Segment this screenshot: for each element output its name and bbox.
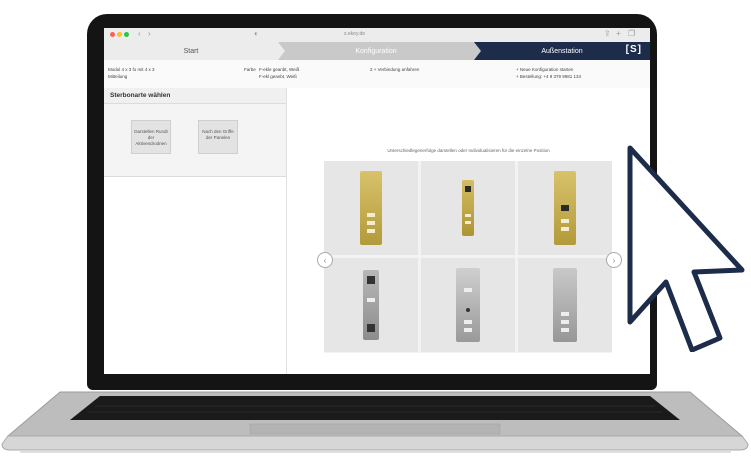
summary-line: Modul 4 x 3 fo mit 4 x 3 xyxy=(108,67,155,72)
panel-grid xyxy=(324,161,612,353)
config-summary-bar: Modul 4 x 3 fo mit 4 x 3 Mitteilung Farb… xyxy=(104,60,650,89)
silver-panel xyxy=(553,268,577,342)
minimize-window-icon[interactable] xyxy=(117,32,122,37)
zoom-window-icon[interactable] xyxy=(124,32,129,37)
panel-tile-4[interactable] xyxy=(324,258,418,352)
silver-panel xyxy=(456,268,480,342)
forward-icon[interactable]: › xyxy=(148,29,151,38)
carousel-prev-icon[interactable]: ‹ xyxy=(317,252,333,268)
back-icon[interactable]: ‹ xyxy=(138,29,141,38)
brand-logo: [S] xyxy=(625,44,642,55)
color-label: Farbe xyxy=(244,67,256,72)
instruction-text: Unterschiedlegenerfolge darstellen oder … xyxy=(387,148,550,153)
panel-tile-5[interactable] xyxy=(421,258,515,352)
panel-tile-3[interactable] xyxy=(518,161,612,255)
summary-line: F-ekle geanbt, Weiß xyxy=(259,67,300,72)
step-arrow xyxy=(474,42,481,60)
silver-panel xyxy=(363,270,379,340)
panel-tile-6[interactable] xyxy=(518,258,612,352)
step-arrow xyxy=(278,42,285,60)
step-aussenstation[interactable]: Außenstation xyxy=(474,42,650,60)
new-tab-icon[interactable]: + xyxy=(616,29,621,38)
share-icon[interactable]: ⇪ xyxy=(604,29,611,38)
panel-tile-1[interactable] xyxy=(324,161,418,255)
step-start[interactable]: Start xyxy=(104,42,278,60)
new-config-link[interactable]: + Neue Konfiguration starten xyxy=(516,66,573,73)
mouse-pointer-icon xyxy=(627,145,745,352)
panel-tile-2[interactable] xyxy=(421,161,515,255)
laptop-base xyxy=(1,391,749,453)
step-konfiguration[interactable]: Konfiguration xyxy=(278,42,474,60)
gold-panel xyxy=(462,180,474,236)
summary-link[interactable]: 2 + Verbindung anfahren xyxy=(370,66,419,73)
shield-icon: ◐ xyxy=(254,29,259,38)
tabs-icon[interactable]: ❐ xyxy=(628,29,635,38)
sidebar: Sterbonarte wählen Darstellen Rundt der … xyxy=(104,88,287,374)
progress-steps: Start Konfiguration Außenstation [S] xyxy=(104,42,650,60)
sidebar-options: Darstellen Rundt der Aktivendrodnen Nach… xyxy=(104,104,286,177)
option-button-2[interactable]: Nach den Griffe der Panelen xyxy=(198,120,238,154)
summary-line: F-ekl geanbt, Weiß xyxy=(259,74,297,79)
summary-line: Mitteilung xyxy=(108,74,128,79)
gold-panel xyxy=(360,171,382,245)
browser-window: ‹ › ◐ s.ekey.de ⇪ + ❐ Start Konfiguratio… xyxy=(104,28,650,374)
sidebar-title: Sterbonarte wählen xyxy=(104,88,286,104)
browser-titlebar: ‹ › ◐ s.ekey.de ⇪ + ❐ xyxy=(104,28,650,43)
gold-panel xyxy=(554,171,576,245)
main-panel: Unterschiedlegenerfolge darstellen oder … xyxy=(287,88,650,374)
close-window-icon[interactable] xyxy=(110,32,115,37)
option-button-1[interactable]: Darstellen Rundt der Aktivendrodnen xyxy=(131,120,171,154)
url-field[interactable]: s.ekey.de xyxy=(344,31,365,37)
order-line: + Bestellung: +4 9 379 9981 134 xyxy=(516,74,582,79)
